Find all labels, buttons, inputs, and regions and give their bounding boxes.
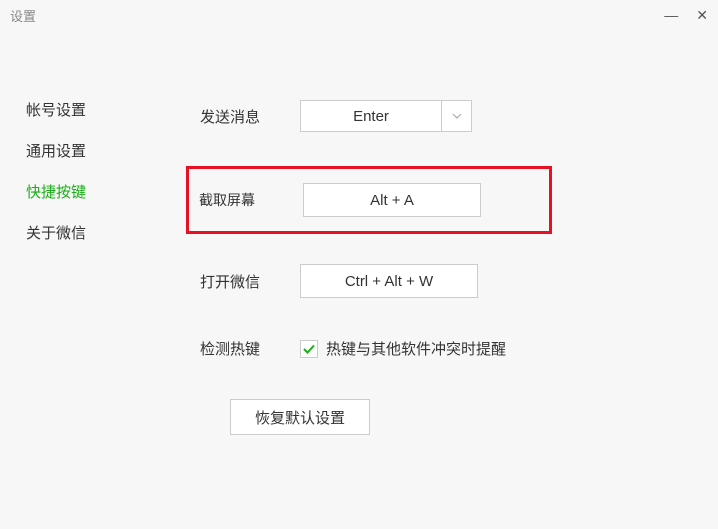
minimize-icon[interactable]: — bbox=[664, 8, 678, 22]
send-message-value: Enter bbox=[300, 100, 442, 132]
check-icon bbox=[303, 344, 315, 354]
sidebar-item-about[interactable]: 关于微信 bbox=[26, 223, 120, 244]
restore-default-button[interactable]: 恢复默认设置 bbox=[230, 399, 370, 435]
sidebar-item-account[interactable]: 帐号设置 bbox=[26, 100, 120, 121]
window-title: 设置 bbox=[10, 6, 36, 25]
row-send-message: 发送消息 Enter bbox=[200, 100, 718, 132]
content: 帐号设置 通用设置 快捷按键 关于微信 发送消息 Enter 截取屏幕 Alt … bbox=[0, 30, 718, 435]
chevron-down-icon[interactable] bbox=[442, 100, 472, 132]
detect-hotkey-label: 检测热键 bbox=[200, 338, 300, 359]
sidebar-item-hotkeys[interactable]: 快捷按键 bbox=[26, 182, 120, 203]
titlebar: 设置 — ✕ bbox=[0, 0, 718, 30]
send-message-label: 发送消息 bbox=[200, 106, 300, 127]
sidebar-item-general[interactable]: 通用设置 bbox=[26, 141, 120, 162]
detect-hotkey-checkbox-text: 热键与其他软件冲突时提醒 bbox=[326, 338, 506, 359]
open-wechat-hotkey-input[interactable]: Ctrl + Alt + W bbox=[300, 264, 478, 298]
send-message-combo[interactable]: Enter bbox=[300, 100, 472, 132]
detect-hotkey-checkbox-wrap: 热键与其他软件冲突时提醒 bbox=[300, 338, 506, 359]
open-wechat-label: 打开微信 bbox=[200, 271, 300, 292]
sidebar: 帐号设置 通用设置 快捷按键 关于微信 bbox=[0, 100, 120, 435]
row-detect-hotkey: 检测热键 热键与其他软件冲突时提醒 bbox=[200, 338, 718, 359]
close-icon[interactable]: ✕ bbox=[696, 8, 708, 22]
window-controls: — ✕ bbox=[664, 8, 708, 22]
row-screenshot-highlighted: 截取屏幕 Alt + A bbox=[186, 166, 552, 234]
screenshot-hotkey-input[interactable]: Alt + A bbox=[303, 183, 481, 217]
row-open-wechat: 打开微信 Ctrl + Alt + W bbox=[200, 264, 718, 298]
detect-hotkey-checkbox[interactable] bbox=[300, 340, 318, 358]
main-panel: 发送消息 Enter 截取屏幕 Alt + A 打开微信 Ctrl + Alt … bbox=[120, 100, 718, 435]
screenshot-label: 截取屏幕 bbox=[199, 190, 303, 210]
